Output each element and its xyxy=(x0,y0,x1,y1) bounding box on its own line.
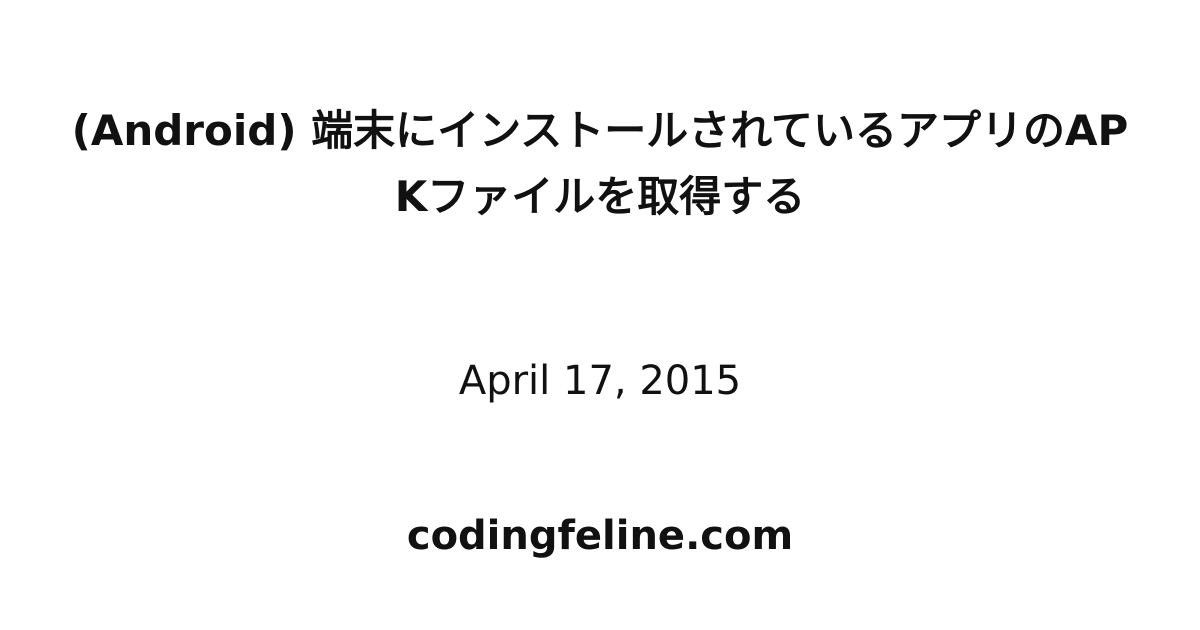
article-title: (Android) 端末にインストールされているアプリのAPKファイルを取得する xyxy=(71,106,1129,221)
publish-date: April 17, 2015 xyxy=(458,358,742,404)
og-card: (Android) 端末にインストールされているアプリのAPKファイルを取得する… xyxy=(0,0,1200,630)
site-domain: codingfeline.com xyxy=(406,513,794,559)
